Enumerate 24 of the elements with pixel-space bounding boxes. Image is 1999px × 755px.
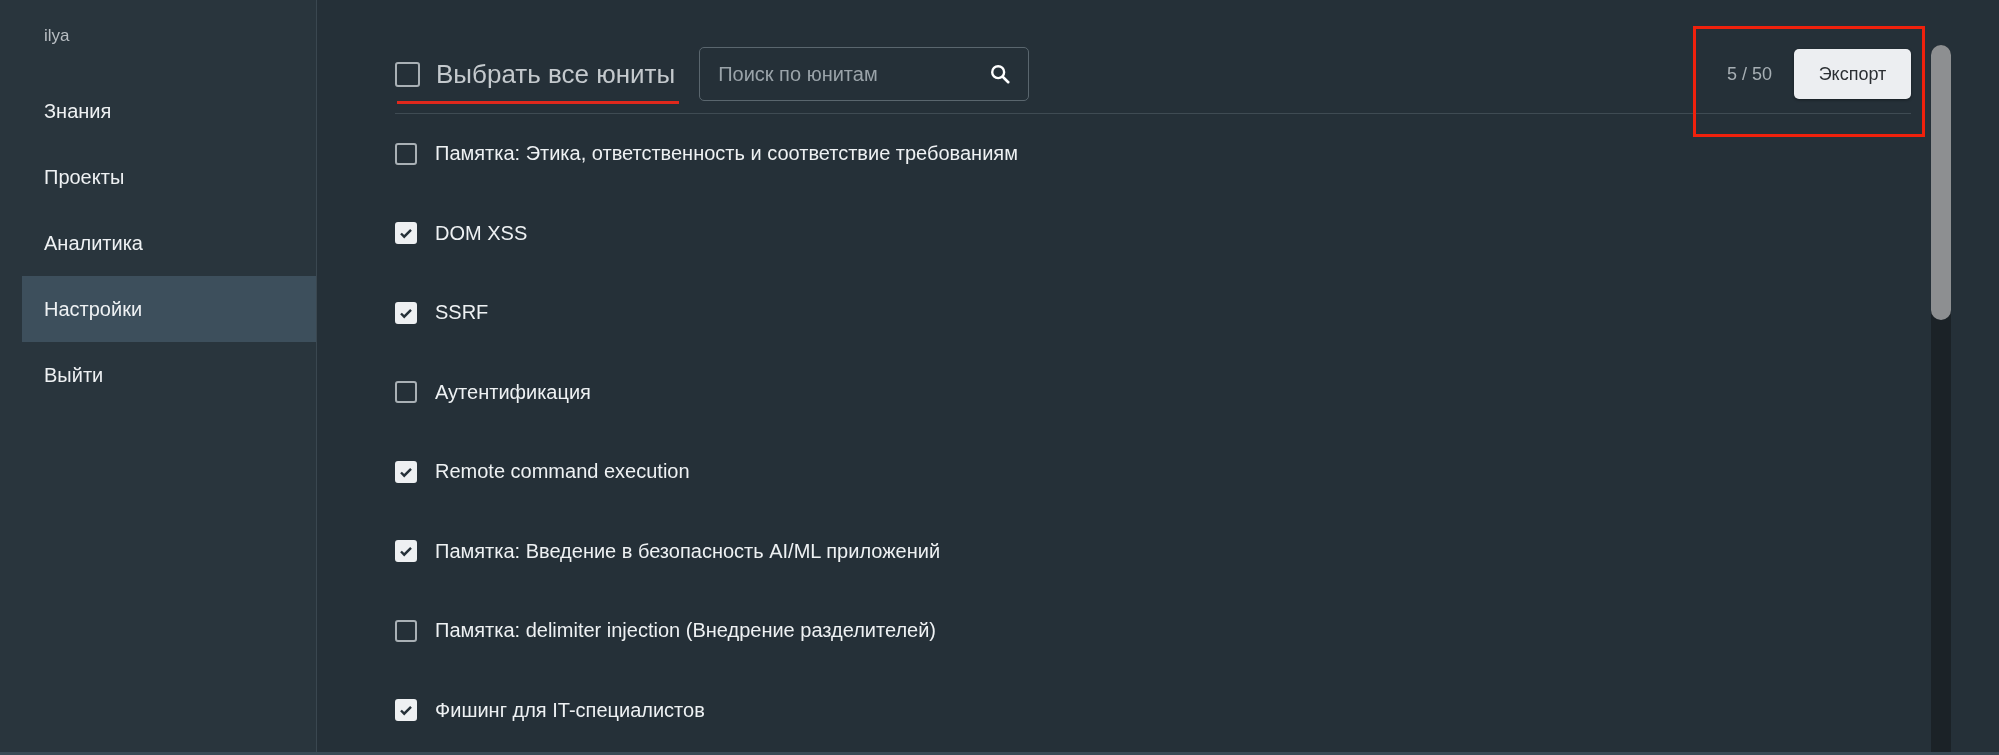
unit-label: Памятка: Этика, ответственность и соответствие требованиям bbox=[435, 142, 1018, 166]
scrollbar[interactable] bbox=[1931, 45, 1951, 752]
checkbox[interactable] bbox=[395, 619, 417, 642]
user-name: ilya bbox=[43, 26, 71, 47]
checkbox[interactable] bbox=[395, 142, 417, 165]
checkbox[interactable] bbox=[395, 61, 420, 87]
search-field[interactable]: Поиск по юнитам bbox=[699, 47, 1030, 101]
unit-label: Памятка: delimiter injection (Внедрение разделителей) bbox=[435, 619, 936, 643]
unit-label: DOM XSS bbox=[435, 221, 528, 245]
sidebar-item[interactable]: Аналитика bbox=[22, 210, 316, 276]
unit-label: Аутентификация bbox=[435, 380, 591, 404]
unit-label: Фишинг для IT-специалистов bbox=[435, 698, 705, 722]
sidebar-item[interactable]: Проекты bbox=[22, 144, 316, 210]
select-all-label: Выбрать все юниты bbox=[436, 58, 676, 90]
unit-label: SSRF bbox=[435, 301, 489, 325]
unit-label: Памятка: Введение в безопасность AI/ML приложений bbox=[435, 539, 941, 563]
sidebar-item[interactable]: Знания bbox=[22, 78, 316, 144]
checkbox[interactable] bbox=[395, 381, 417, 404]
export-button[interactable]: Экспорт bbox=[1794, 49, 1911, 99]
search-icon[interactable] bbox=[989, 63, 1012, 85]
selection-counter: 5 / 50 bbox=[1726, 63, 1772, 85]
sidebar-item[interactable]: Настройки bbox=[22, 276, 316, 342]
unit-label: Remote command execution bbox=[435, 460, 690, 484]
sidebar-item[interactable]: Выйти bbox=[22, 342, 316, 408]
